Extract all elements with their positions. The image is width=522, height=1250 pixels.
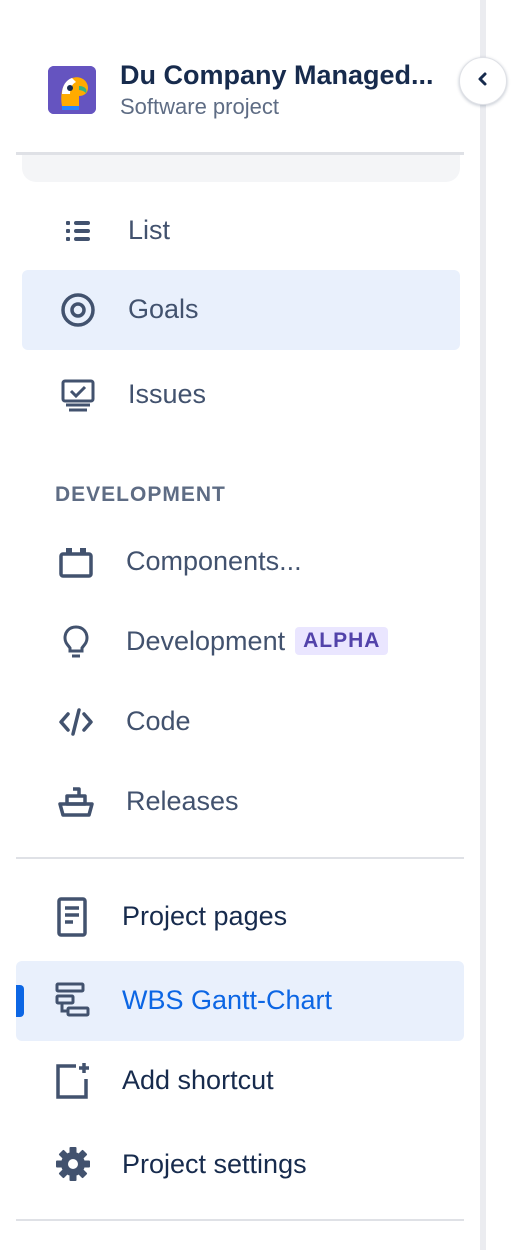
nav-item-list[interactable]: List xyxy=(22,191,460,271)
add-shortcut-icon xyxy=(54,1061,90,1099)
nav-item-label: Components... xyxy=(126,546,302,576)
issues-icon xyxy=(60,377,96,413)
nav-item-goals[interactable]: Goals xyxy=(22,270,460,350)
page-icon xyxy=(54,897,90,937)
nav-item-label-text: Development xyxy=(126,626,286,656)
ship-icon xyxy=(58,784,94,820)
chevron-left-icon xyxy=(473,69,493,94)
section-title-development: DEVELOPMENT xyxy=(55,483,226,506)
alpha-badge: ALPHA xyxy=(295,627,389,655)
list-icon xyxy=(60,213,96,249)
gantt-icon xyxy=(54,981,90,1017)
code-icon xyxy=(58,704,94,740)
project-name: Du Company Managed... xyxy=(120,60,434,90)
target-icon xyxy=(60,292,96,328)
nav-item-components[interactable]: Components... xyxy=(22,522,460,602)
collapse-sidebar-button[interactable] xyxy=(459,57,507,105)
lightbulb-icon xyxy=(58,624,94,660)
nav-item-development[interactable]: Development ALPHA xyxy=(22,602,460,682)
nav-item-code[interactable]: Code xyxy=(22,682,460,762)
nav-item-label: List xyxy=(128,215,171,245)
project-sidebar: Du Company Managed... Software project L… xyxy=(0,0,480,1250)
gear-icon xyxy=(54,1145,90,1181)
components-icon xyxy=(58,544,94,580)
project-type: Software project xyxy=(120,94,279,119)
bottom-divider xyxy=(16,1219,464,1221)
nav-item-label: Project pages xyxy=(122,901,288,931)
nav-item-project-pages[interactable]: Project pages xyxy=(16,877,464,957)
nav-item-label: WBS Gantt-Chart xyxy=(122,985,333,1015)
nav-item-releases[interactable]: Releases xyxy=(22,762,460,842)
nav-item-label: Issues xyxy=(128,379,207,409)
nav-item-label: Releases xyxy=(126,786,239,816)
scroll-shelf xyxy=(22,155,460,182)
project-header[interactable]: Du Company Managed... Software project xyxy=(48,58,468,128)
parrot-avatar-icon xyxy=(48,66,96,114)
nav-item-wbs-gantt-chart[interactable]: WBS Gantt-Chart xyxy=(16,961,464,1041)
nav-item-label: Development ALPHA xyxy=(126,626,389,657)
nav-item-project-settings[interactable]: Project settings xyxy=(16,1125,464,1205)
selected-indicator xyxy=(16,985,24,1017)
nav-item-issues[interactable]: Issues xyxy=(22,355,460,435)
nav-item-label: Goals xyxy=(128,294,199,324)
section-divider xyxy=(16,857,464,859)
nav-item-label: Code xyxy=(126,706,191,736)
nav-item-label: Add shortcut xyxy=(122,1065,274,1095)
sidebar-resize-border[interactable] xyxy=(480,0,486,1250)
nav-item-add-shortcut[interactable]: Add shortcut xyxy=(16,1041,464,1121)
nav-item-label: Project settings xyxy=(122,1149,307,1179)
